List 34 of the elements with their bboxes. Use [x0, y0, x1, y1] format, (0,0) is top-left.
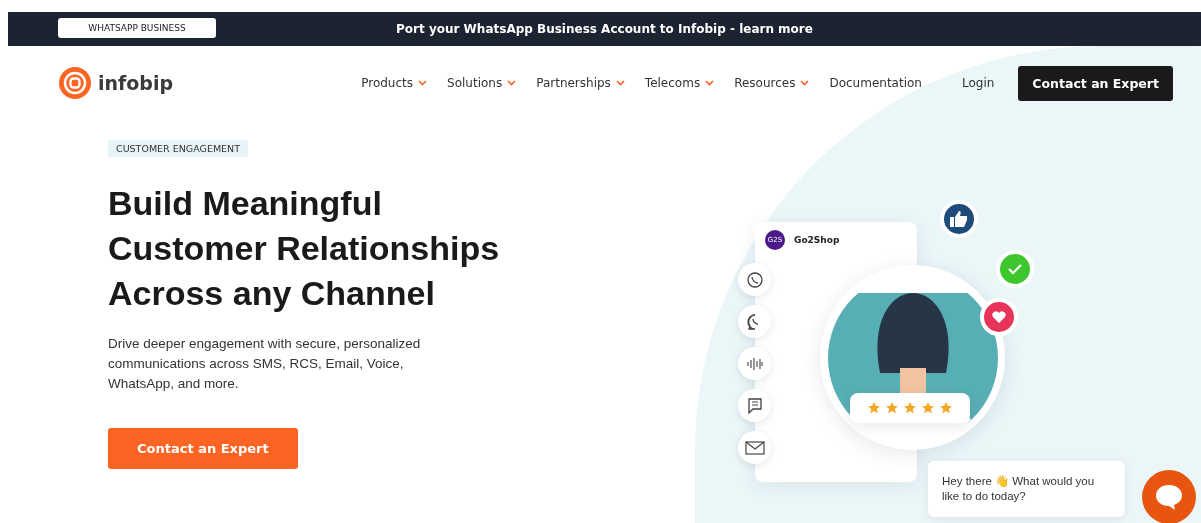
nav-link[interactable]: Partnerships [536, 76, 625, 90]
hero-headline: Build Meaningful Customer Relationships Across any Channel [108, 183, 501, 314]
logo-icon [58, 66, 92, 100]
chevron-down-icon [418, 80, 428, 86]
chevron-down-icon [615, 80, 625, 86]
chevron-down-icon [705, 80, 715, 86]
shop-name: Go2Shop [794, 235, 840, 245]
heart-icon [992, 311, 1006, 323]
message-icon [745, 396, 764, 415]
whatsapp-icon [745, 270, 764, 289]
announcement-badge: WHATSAPP BUSINESS [58, 18, 216, 38]
star-icon [922, 402, 934, 414]
star-icon [940, 402, 952, 414]
nav-link[interactable]: Telecoms [644, 76, 715, 90]
star-icon [886, 402, 898, 414]
nav-link[interactable]: Products [361, 76, 428, 90]
category-tag: CUSTOMER ENGAGEMENT [108, 140, 248, 157]
hero-description: Drive deeper engagement with secure, personalized communications across SMS, RCS, Email, Voice, WhatsApp, and more. [108, 335, 422, 393]
nav-link[interactable]: Solutions [447, 76, 517, 90]
chevron-down-icon [507, 80, 517, 86]
announcement-link[interactable]: Port your WhatsApp Business Account to Infobip - learn more [396, 22, 813, 36]
nav-link[interactable]: Documentation [829, 76, 922, 90]
chevron-down-icon [800, 80, 810, 86]
thumbs-up-icon [950, 211, 968, 227]
speech-bubble-icon [1155, 484, 1183, 510]
login-link[interactable]: Login [961, 76, 995, 90]
contact-button[interactable]: Contact an Expert [1018, 65, 1173, 101]
chat-message: Hey there 👋 What would you like to do today? [928, 461, 1125, 517]
star-icon [904, 402, 916, 414]
checkmark-icon [1008, 263, 1022, 275]
envelope-icon [744, 440, 765, 455]
nav-link[interactable]: Resources [734, 76, 810, 90]
star-icon [868, 402, 880, 414]
brand-name: infobip [98, 72, 174, 94]
